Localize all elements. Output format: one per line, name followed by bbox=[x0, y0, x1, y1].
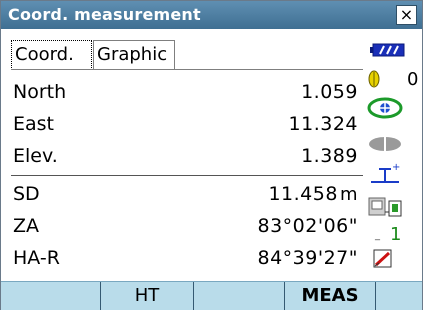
row-east: East 11.324 bbox=[11, 110, 363, 141]
row-elev: Elev. 1.389 bbox=[11, 142, 363, 173]
softkey-bar: HT MEAS bbox=[1, 281, 422, 310]
close-button[interactable]: × bbox=[396, 5, 417, 25]
svg-text:+: + bbox=[392, 162, 400, 173]
status-sidebar: 0 + _ 1 bbox=[363, 29, 422, 279]
tilt-count-dash: _ bbox=[375, 230, 380, 241]
sd-value-group: 11.458 m bbox=[268, 183, 358, 205]
elev-label: Elev. bbox=[13, 145, 58, 167]
communication-icon bbox=[368, 197, 402, 217]
input-mode-icon[interactable] bbox=[373, 249, 393, 269]
sd-label: SD bbox=[13, 183, 40, 205]
east-value: 11.324 bbox=[288, 113, 358, 135]
laser-beam-icon bbox=[369, 137, 401, 151]
prism-constant-value: 0 bbox=[407, 69, 419, 90]
tilt-count-value: 1 bbox=[390, 224, 402, 245]
row-north: North 1.059 bbox=[11, 78, 363, 109]
title-bar: Coord. measurement × bbox=[1, 1, 422, 29]
row-za: ZA 83°02'06" bbox=[11, 212, 363, 243]
north-value: 1.059 bbox=[301, 81, 358, 103]
row-sd: SD 11.458 m bbox=[11, 180, 363, 211]
tab-graphic[interactable]: Graphic bbox=[93, 40, 175, 70]
close-icon: × bbox=[399, 5, 414, 24]
za-label: ZA bbox=[13, 215, 40, 237]
softkey-1[interactable] bbox=[1, 282, 101, 310]
divider bbox=[11, 175, 363, 176]
tab-coord[interactable]: Coord. bbox=[10, 39, 93, 71]
ha-r-value: 84°39'27" bbox=[257, 247, 358, 269]
row-ha-r: HA-R 84°39'27" bbox=[11, 244, 363, 275]
sd-value: 11.458 bbox=[268, 183, 338, 205]
softkey-3[interactable] bbox=[194, 282, 285, 310]
prism-icon bbox=[368, 70, 380, 88]
softkey-5[interactable] bbox=[376, 282, 422, 310]
za-value: 83°02'06" bbox=[257, 215, 358, 237]
ha-r-label: HA-R bbox=[13, 247, 60, 269]
elev-value: 1.389 bbox=[301, 145, 358, 167]
measurement-panel: North 1.059 East 11.324 Elev. 1.389 SD 1… bbox=[11, 69, 363, 282]
coord-measurement-window: Coord. measurement × Coord. Graphic Nort… bbox=[0, 0, 423, 310]
sd-unit: m bbox=[339, 184, 358, 205]
east-label: East bbox=[13, 113, 54, 135]
prism-target-icon bbox=[367, 97, 403, 119]
softkey-meas[interactable]: MEAS bbox=[285, 282, 376, 310]
softkey-ht[interactable]: HT bbox=[101, 282, 194, 310]
battery-icon bbox=[370, 43, 405, 57]
tilt-correction-icon: + bbox=[371, 162, 400, 183]
window-title: Coord. measurement bbox=[8, 5, 201, 24]
north-label: North bbox=[13, 81, 67, 103]
